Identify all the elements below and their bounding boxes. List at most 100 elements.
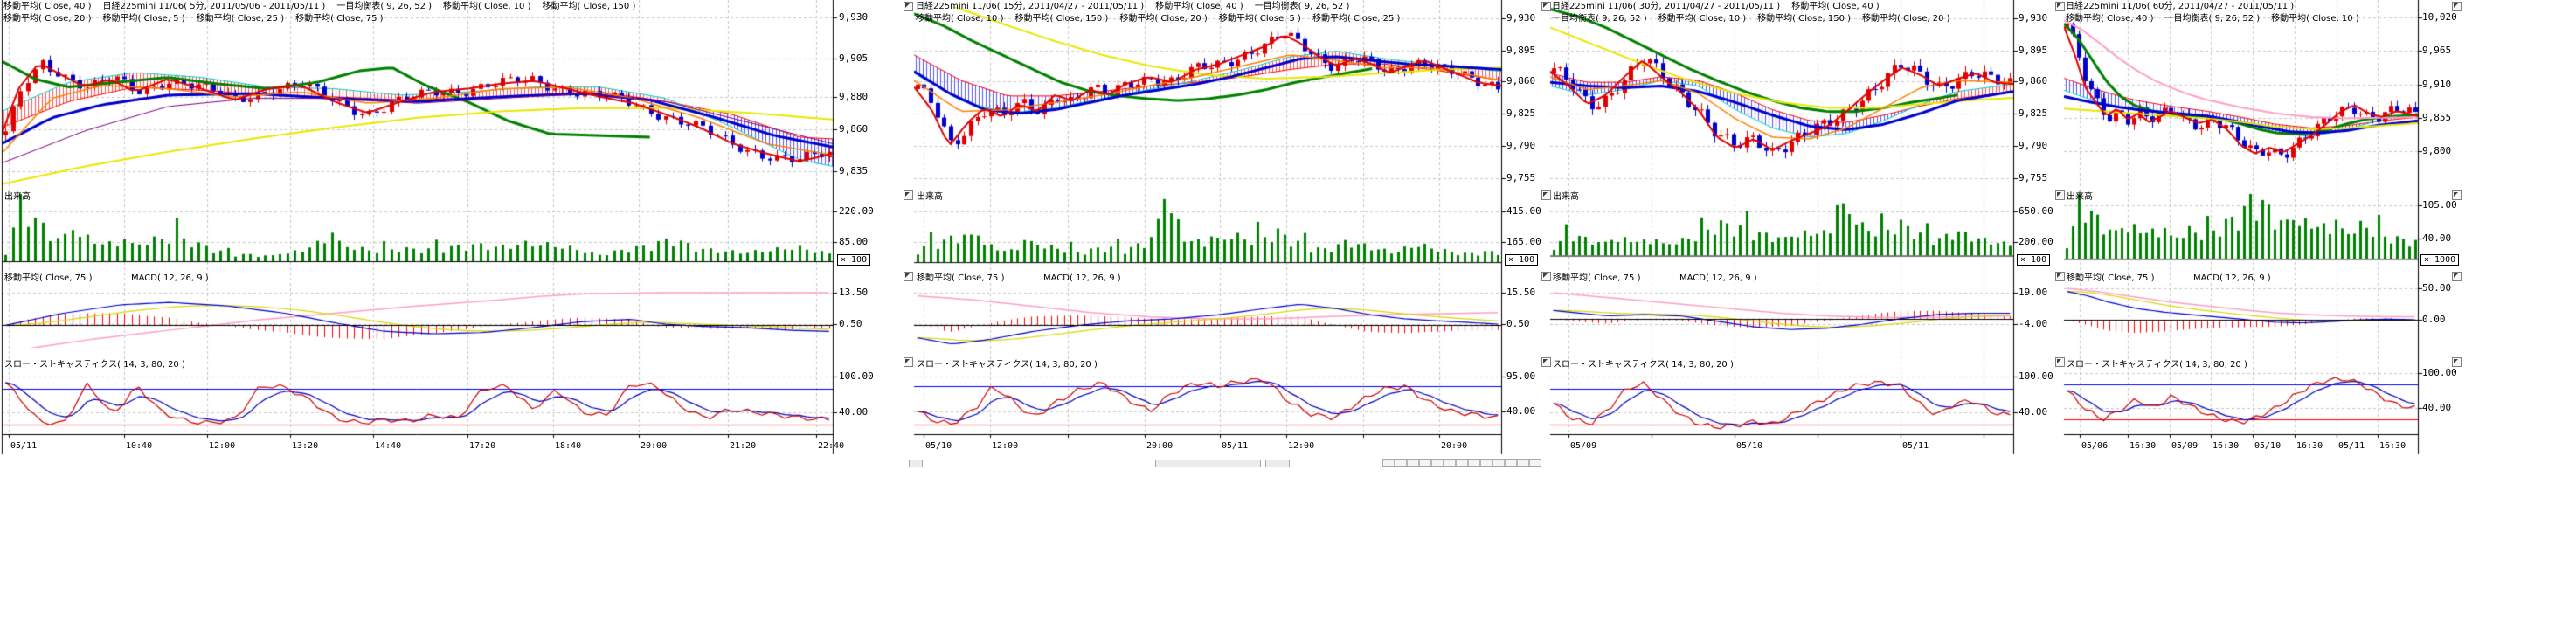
indicator-label: 移動平均( Close, 40 ): [2066, 13, 2153, 24]
macd-label: MACD( 12, 26, 9 ): [1043, 273, 1121, 284]
stoch-tick-label: 100.00: [2019, 371, 2053, 382]
x-axis-label: 20:00: [641, 441, 667, 451]
x-axis-label: 13:20: [292, 441, 318, 451]
price-tick-label: 9,790: [2019, 141, 2047, 151]
macd-label: MACD( 12, 26, 9 ): [131, 273, 209, 284]
pane-collapse-icon[interactable]: [2055, 272, 2065, 281]
stoch-tick-label: 95.00: [1506, 371, 1535, 382]
indicator-label: 移動平均( Close, 75 ): [295, 13, 383, 24]
chart-title-label: 日経225mini 11/06( 5分, 2011/05/06 - 2011/0…: [102, 1, 325, 12]
pane-collapse-icon[interactable]: [904, 357, 913, 367]
pane-collapse-icon[interactable]: [2452, 357, 2462, 367]
macd-label: MACD( 12, 26, 9 ): [1679, 273, 1757, 284]
x-axis-label: 17:20: [469, 441, 495, 451]
volume-scale-badge: × 100: [1505, 254, 1538, 266]
price-tick-label: 9,825: [2019, 108, 2047, 119]
chart-header-row: 移動平均( Close, 40 )一目均衡表( 9, 26, 52 )移動平均(…: [2066, 13, 2417, 25]
stoch-tick-label: 40.00: [1506, 406, 1535, 417]
volume-scale-badge: × 1000: [2420, 254, 2459, 266]
indicator-label: 移動平均( Close, 20 ): [3, 13, 91, 24]
volume-tick-label: 415.00: [1506, 206, 1541, 217]
volume-tick-label: 200.00: [2019, 237, 2053, 247]
macd-tick-label: 19.00: [2019, 287, 2047, 298]
indicator-label: 移動平均( Close, 25 ): [197, 13, 284, 24]
pane-collapse-icon[interactable]: [904, 2, 913, 11]
volume-tick-label: 650.00: [2019, 206, 2053, 217]
scrollbar-fragment[interactable]: [1155, 460, 1261, 467]
x-axis-label: 16:30: [2379, 441, 2406, 451]
x-axis-label: 16:30: [2296, 441, 2323, 451]
pane-collapse-icon[interactable]: [2452, 272, 2462, 281]
chart-title-label: 日経225mini 11/06( 30分, 2011/04/27 - 2011/…: [1552, 1, 1780, 12]
macd-ma-label: 移動平均( Close, 75 ): [4, 273, 92, 284]
chart-header-row: 日経225mini 11/06( 30分, 2011/04/27 - 2011/…: [1552, 1, 2012, 13]
macd-ma-label: 移動平均( Close, 75 ): [917, 273, 1004, 284]
macd-label: MACD( 12, 26, 9 ): [2193, 273, 2271, 284]
pane-collapse-icon[interactable]: [2055, 2, 2065, 11]
chart-header-row: 移動平均( Close, 10 )移動平均( Close, 150 )移動平均(…: [916, 13, 1500, 25]
macd-tick-label: 0.50: [839, 319, 862, 329]
stoch-pane-label: スロー・ストキャスティクス( 14, 3, 80, 20 ): [1553, 360, 1734, 370]
x-axis-label: 05/10: [925, 441, 952, 451]
x-axis-label: 16:30: [2212, 441, 2239, 451]
x-axis-label: 12:00: [992, 441, 1018, 451]
volume-scale-badge: × 100: [2017, 254, 2050, 266]
chart-title-label: 日経225mini 11/06( 15分, 2011/04/27 - 2011/…: [916, 1, 1144, 12]
macd-tick-label: 15.50: [1506, 287, 1535, 298]
indicator-label: 移動平均( Close, 10 ): [443, 1, 530, 12]
pane-collapse-icon[interactable]: [1541, 357, 1551, 367]
stoch-tick-label: 40.00: [2422, 403, 2451, 413]
stoch-pane-label: スロー・ストキャスティクス( 14, 3, 80, 20 ): [917, 360, 1098, 370]
price-tick-label: 9,930: [2019, 13, 2047, 24]
pane-collapse-icon[interactable]: [2055, 190, 2065, 200]
chart-title-label: 日経225mini 11/06( 60分, 2011/04/27 - 2011/…: [2066, 1, 2294, 12]
price-tick-label: 9,965: [2422, 45, 2451, 56]
scrollbar-fragment[interactable]: [909, 460, 923, 467]
macd-ma-label: 移動平均( Close, 75 ): [2067, 273, 2154, 284]
macd-tick-label: -4.00: [2019, 319, 2047, 329]
pane-collapse-icon[interactable]: [2452, 190, 2462, 200]
indicator-label: 移動平均( Close, 5 ): [1219, 13, 1301, 24]
pane-collapse-icon[interactable]: [904, 190, 913, 200]
price-tick-label: 9,755: [1506, 173, 1535, 183]
x-axis-label: 05/06: [2081, 441, 2108, 451]
x-axis-label: 22:40: [818, 441, 844, 451]
price-tick-label: 9,855: [2422, 113, 2451, 123]
pane-collapse-icon[interactable]: [2055, 357, 2065, 367]
price-tick-label: 9,860: [839, 124, 868, 135]
x-axis-label: 12:00: [1288, 441, 1314, 451]
volume-pane-label: 出来高: [4, 192, 31, 203]
volume-pane-label: 出来高: [917, 192, 943, 203]
price-tick-label: 9,755: [2019, 173, 2047, 183]
macd-tick-label: 50.00: [2422, 283, 2451, 294]
indicator-label: 移動平均( Close, 40 ): [1155, 1, 1243, 12]
x-axis-label: 05/11: [1222, 441, 1248, 451]
indicator-label: 移動平均( Close, 40 ): [1791, 1, 1879, 12]
x-axis-label: 05/11: [10, 441, 37, 451]
indicator-label: 移動平均( Close, 10 ): [916, 13, 1003, 24]
charts-canvas[interactable]: [0, 0, 2576, 643]
x-axis-label: 05/10: [1736, 441, 1762, 451]
indicator-label: 一目均衡表( 9, 26, 52 ): [1552, 13, 1647, 24]
x-axis-label: 20:00: [1441, 441, 1467, 451]
pane-collapse-icon[interactable]: [1541, 272, 1551, 281]
macd-tick-label: 0.50: [1506, 319, 1530, 329]
x-axis-label: 05/10: [2254, 441, 2281, 451]
pane-collapse-icon[interactable]: [904, 272, 913, 281]
x-axis-label: 14:40: [375, 441, 401, 451]
price-tick-label: 9,835: [839, 166, 868, 176]
pane-collapse-icon[interactable]: [2452, 2, 2462, 11]
volume-pane-label: 出来高: [2067, 192, 2093, 203]
x-axis-label: 05/09: [2171, 441, 2198, 451]
price-tick-label: 9,825: [1506, 108, 1535, 119]
pane-collapse-icon[interactable]: [1541, 190, 1551, 200]
indicator-label: 移動平均( Close, 20 ): [1862, 13, 1949, 24]
scrollbar-fragment[interactable]: [1382, 459, 1541, 467]
pane-collapse-icon[interactable]: [1541, 2, 1551, 11]
chart-header-row: 移動平均( Close, 40 )日経225mini 11/06( 5分, 20…: [3, 1, 832, 13]
volume-pane-label: 出来高: [1553, 192, 1579, 203]
chart-header-row: 日経225mini 11/06( 60分, 2011/04/27 - 2011/…: [2066, 1, 2417, 13]
scrollbar-fragment[interactable]: [1265, 460, 1290, 467]
stoch-tick-label: 40.00: [839, 407, 868, 418]
x-axis-label: 21:20: [730, 441, 756, 451]
